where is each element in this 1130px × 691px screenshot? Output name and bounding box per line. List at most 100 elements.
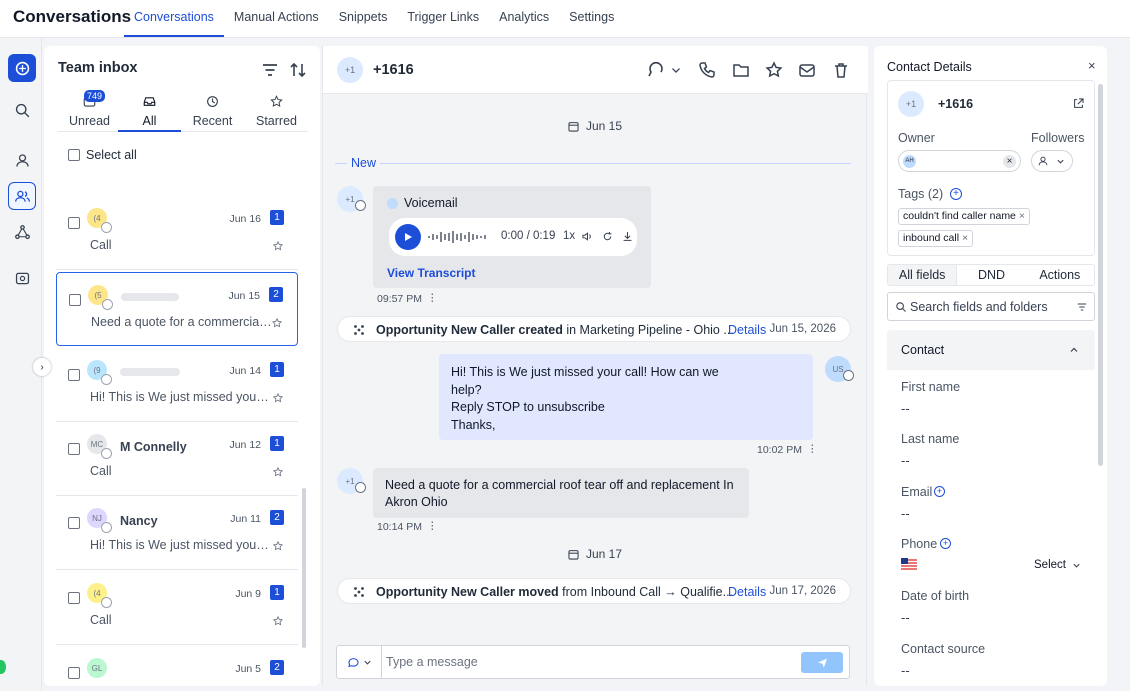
clear-owner-icon[interactable]: × — [1003, 155, 1016, 168]
tab-conversations[interactable]: Conversations — [124, 0, 224, 37]
details-link[interactable]: Details — [728, 585, 766, 599]
list-item[interactable]: (9 Jun 14 1 Hi! This is We just missed y… — [56, 348, 298, 422]
tab-snippets[interactable]: Snippets — [329, 0, 398, 38]
field-value-date-of-birth[interactable]: -- — [901, 610, 910, 625]
row-checkbox[interactable] — [68, 667, 80, 679]
tab-unread[interactable]: 749 Unread — [58, 90, 121, 132]
team-icon[interactable] — [8, 182, 36, 210]
owner-select[interactable]: AH × — [898, 150, 1021, 172]
download-icon[interactable] — [621, 230, 634, 243]
chevron-down-icon[interactable] — [669, 60, 683, 80]
tab-all-fields[interactable]: All fields — [888, 265, 958, 285]
play-button[interactable] — [395, 224, 421, 250]
message-menu-icon[interactable]: ⋮ — [427, 292, 438, 304]
phone-channel-icon — [355, 200, 366, 211]
phone-icon[interactable] — [697, 60, 717, 80]
view-transcript-link[interactable]: View Transcript — [387, 266, 475, 280]
details-scrollbar[interactable] — [1098, 84, 1103, 466]
row-checkbox[interactable] — [68, 369, 80, 381]
list-item[interactable]: MC M Connelly Jun 12 1 Call — [56, 422, 298, 496]
list-item[interactable]: (4 Jun 9 1 Call — [56, 571, 298, 645]
filter-icon[interactable] — [1076, 301, 1088, 313]
list-item[interactable]: (5 Jun 15 2 Need a quote for a commercia… — [56, 272, 298, 346]
field-value-contact-source[interactable]: -- — [901, 663, 910, 678]
tab-trigger-links[interactable]: Trigger Links — [397, 0, 489, 38]
contact-section-header[interactable]: Contact — [887, 330, 1095, 370]
folder-icon[interactable] — [731, 60, 751, 80]
workflow-icon[interactable] — [8, 218, 36, 246]
message-menu-icon[interactable]: ⋮ — [427, 520, 438, 532]
tab-manual-actions[interactable]: Manual Actions — [224, 0, 329, 38]
filter-icon[interactable] — [260, 60, 280, 80]
search-icon[interactable] — [8, 96, 36, 124]
assign-icon[interactable] — [645, 60, 665, 80]
followers-select[interactable] — [1031, 150, 1073, 172]
tab-recent[interactable]: Recent — [181, 90, 244, 132]
unread-count: 1 — [270, 585, 284, 600]
expand-panel-button[interactable]: › — [33, 358, 51, 376]
tab-recent-label: Recent — [192, 114, 233, 128]
tab-starred[interactable]: Starred — [245, 90, 308, 132]
mail-icon[interactable] — [797, 60, 817, 80]
add-email-icon[interactable]: + — [934, 486, 945, 497]
conversations-rail-icon[interactable] — [8, 54, 36, 82]
star-icon[interactable] — [272, 466, 284, 478]
star-icon[interactable] — [764, 60, 784, 80]
list-item[interactable]: GL Jun 5 2 — [56, 646, 298, 686]
star-icon[interactable] — [272, 392, 284, 404]
tab-analytics[interactable]: Analytics — [489, 0, 559, 38]
field-value-first-name[interactable]: -- — [901, 401, 910, 416]
list-scrollbar[interactable] — [302, 488, 306, 648]
avatar: +1 — [898, 91, 924, 117]
field-label-email: Email — [901, 485, 933, 499]
replay-icon[interactable] — [601, 230, 614, 243]
phone-type-select[interactable]: Select — [1034, 559, 1066, 571]
star-icon[interactable] — [272, 540, 284, 552]
row-checkbox[interactable] — [68, 592, 80, 604]
field-label-contact-source: Contact source — [901, 642, 986, 656]
tab-all[interactable]: All — [118, 90, 181, 132]
tab-dnd[interactable]: DND — [957, 265, 1025, 285]
sort-icon[interactable] — [288, 60, 308, 80]
contact-icon[interactable] — [8, 146, 36, 174]
list-item[interactable]: (4 Jun 16 1 Call — [56, 196, 298, 270]
select-all-checkbox[interactable] — [68, 149, 80, 161]
ai-icon[interactable] — [8, 264, 36, 292]
add-tag-icon[interactable]: + — [950, 188, 962, 200]
row-checkbox[interactable] — [68, 517, 80, 529]
chat-header: +1 +1616 — [323, 46, 868, 94]
activity-title: Opportunity New Caller created — [376, 323, 563, 337]
field-search[interactable]: Search fields and folders — [887, 292, 1095, 321]
close-icon[interactable]: × — [1088, 58, 1096, 73]
tab-settings[interactable]: Settings — [559, 0, 624, 38]
star-icon[interactable] — [272, 615, 284, 627]
conversation-date: Jun 11 — [230, 513, 261, 525]
row-checkbox[interactable] — [68, 443, 80, 455]
playback-speed[interactable]: 1x — [563, 230, 575, 242]
contact-name: Nancy — [120, 514, 158, 528]
trash-icon[interactable] — [831, 60, 851, 80]
channel-selector[interactable] — [337, 646, 382, 678]
volume-icon[interactable] — [581, 230, 594, 243]
details-link[interactable]: Details — [728, 323, 766, 337]
star-icon[interactable] — [272, 240, 284, 252]
country-flag-select[interactable] — [901, 558, 931, 572]
select-all[interactable]: Select all — [68, 148, 137, 162]
message-input[interactable]: Type a message — [386, 655, 478, 669]
chevron-down-icon[interactable] — [1072, 561, 1081, 570]
list-item[interactable]: NJ Nancy Jun 11 2 Hi! This is We just mi… — [56, 496, 298, 570]
outbound-message-bubble: Hi! This is We just missed your call! Ho… — [439, 354, 813, 440]
message-line: help? — [451, 382, 482, 397]
field-value-last-name[interactable]: -- — [901, 453, 910, 468]
add-phone-icon[interactable]: + — [940, 538, 951, 549]
field-value-email[interactable]: -- — [901, 506, 910, 521]
row-checkbox[interactable] — [68, 217, 80, 229]
external-link-icon[interactable] — [1072, 97, 1085, 110]
send-button[interactable] — [801, 652, 843, 673]
remove-tag-icon[interactable]: × — [962, 232, 968, 244]
tab-actions[interactable]: Actions — [1026, 265, 1094, 285]
message-menu-icon[interactable]: ⋮ — [807, 443, 818, 455]
remove-tag-icon[interactable]: × — [1019, 210, 1025, 222]
star-icon[interactable] — [271, 317, 283, 329]
row-checkbox[interactable] — [69, 294, 81, 306]
